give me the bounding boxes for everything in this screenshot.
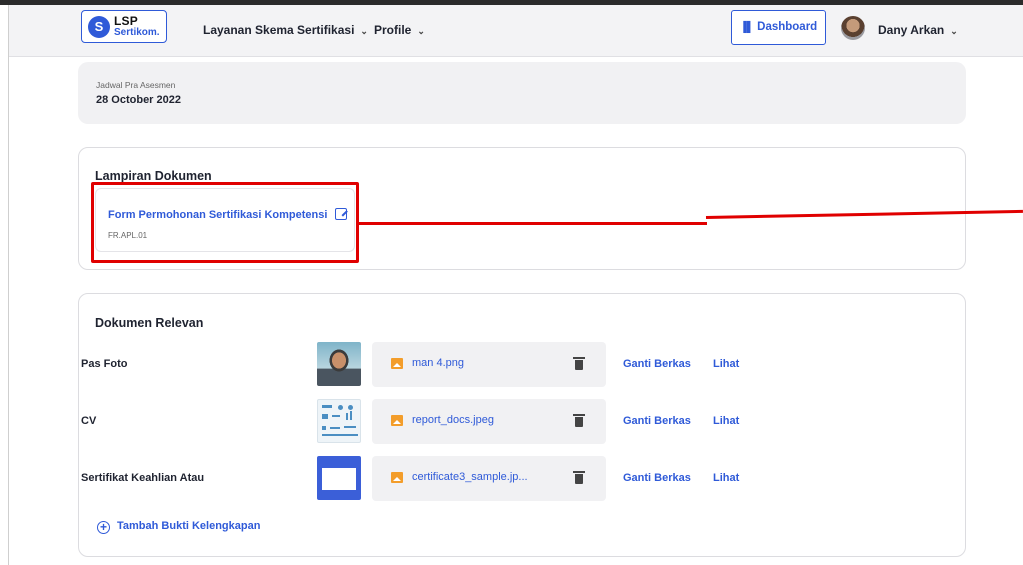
logo-line1: LSP [114, 14, 138, 28]
trash-icon[interactable] [573, 414, 585, 427]
row-label-cv: CV [81, 415, 97, 427]
replace-file-button[interactable]: Ganti Berkas [623, 358, 691, 370]
view-file-button[interactable]: Lihat [713, 415, 739, 427]
user-name: Dany Arkan [878, 23, 945, 37]
report-thumbnail [317, 399, 361, 443]
image-file-icon [391, 472, 403, 483]
annotation-pointer-line [359, 222, 707, 225]
attachments-title: Lampiran Dokumen [95, 169, 212, 183]
schedule-label: Jadwal Pra Asesmen [96, 80, 176, 90]
view-file-button[interactable]: Lihat [713, 472, 739, 484]
logo-line2: Sertikom. [114, 27, 160, 38]
replace-file-button[interactable]: Ganti Berkas [623, 472, 691, 484]
nav-layanan-label: Layanan Skema Sertifikasi [203, 23, 355, 37]
bar-chart-icon: ▐▌ [739, 22, 754, 33]
add-evidence-label: Tambah Bukti Kelengkapan [117, 520, 261, 532]
file-name: certificate3_sample.jp... [412, 471, 528, 483]
image-file-icon [391, 415, 403, 426]
file-chip[interactable]: certificate3_sample.jp... [372, 456, 606, 501]
avatar[interactable] [841, 16, 865, 40]
chevron-down-icon: ⌄ [417, 26, 425, 36]
image-file-icon [391, 358, 403, 369]
file-chip[interactable]: man 4.png [372, 342, 606, 387]
file-name: man 4.png [412, 357, 464, 369]
dashboard-button[interactable]: ▐▌ Dashboard [731, 10, 826, 45]
plus-circle-icon: + [97, 521, 110, 534]
window-left-edge [8, 5, 9, 565]
photo-thumbnail [317, 342, 361, 386]
user-menu[interactable]: Dany Arkan ⌄ [878, 23, 958, 37]
chevron-down-icon: ⌄ [360, 26, 368, 36]
top-navbar: S LSP Sertikom. Layanan Skema Sertifikas… [9, 5, 1023, 57]
dashboard-label: Dashboard [757, 21, 818, 33]
chevron-down-icon: ⌄ [950, 26, 958, 36]
relevant-documents-title: Dokumen Relevan [95, 316, 204, 330]
row-label-sertifikat: Sertifikat Keahlian Atau [81, 472, 205, 484]
schedule-date: 28 October 2022 [96, 94, 181, 106]
brand-logo[interactable]: S LSP Sertikom. [81, 10, 167, 43]
replace-file-button[interactable]: Ganti Berkas [623, 415, 691, 427]
annotation-highlight-box [91, 182, 359, 263]
nav-profile[interactable]: Profile ⌄ [374, 23, 425, 37]
certificate-thumbnail [317, 456, 361, 500]
nav-layanan-skema[interactable]: Layanan Skema Sertifikasi ⌄ [203, 23, 368, 37]
file-name: report_docs.jpeg [412, 414, 494, 426]
row-label-pas-foto: Pas Foto [81, 358, 128, 370]
trash-icon[interactable] [573, 471, 585, 484]
add-evidence-button[interactable]: + Tambah Bukti Kelengkapan [97, 520, 260, 534]
nav-profile-label: Profile [374, 23, 412, 37]
schedule-card: Jadwal Pra Asesmen 28 October 2022 [78, 62, 966, 124]
logo-mark-icon: S [88, 16, 110, 38]
file-chip[interactable]: report_docs.jpeg [372, 399, 606, 444]
trash-icon[interactable] [573, 357, 585, 370]
view-file-button[interactable]: Lihat [713, 358, 739, 370]
